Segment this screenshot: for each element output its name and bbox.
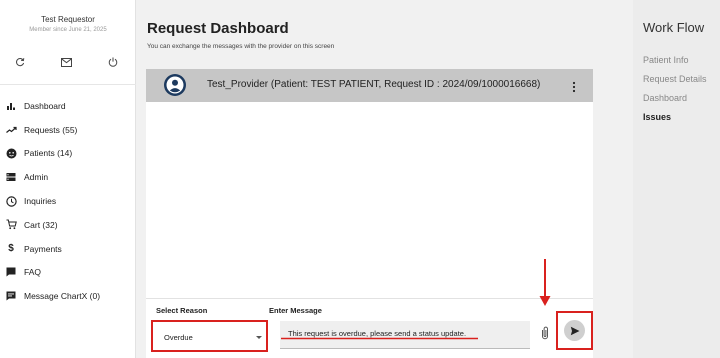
compose-bar: Select Reason Enter Message Overdue This…: [146, 298, 593, 358]
select-reason-label: Select Reason: [156, 306, 208, 315]
power-icon[interactable]: [105, 54, 121, 70]
sidebar-item-admin[interactable]: Admin: [4, 165, 136, 189]
sidebar-item-label: Requests (55): [24, 124, 78, 135]
dollar-icon: $: [8, 243, 14, 255]
mail-icon[interactable]: [58, 54, 74, 70]
sidebar-item-patients[interactable]: Patients (14): [4, 142, 136, 166]
sidebar-item-label: Patients (14): [24, 148, 73, 159]
enter-message-label: Enter Message: [269, 306, 322, 315]
server-icon: [4, 170, 18, 184]
more-options-icon[interactable]: [571, 80, 577, 93]
sidebar-item-label: Admin: [24, 172, 49, 183]
workflow-item-issues[interactable]: Issues: [643, 112, 671, 122]
sidebar-item-label: Message ChartX (0): [24, 291, 101, 302]
workflow-panel: Work Flow Patient Info Request Details D…: [633, 0, 720, 358]
sidebar-item-dashboard[interactable]: Dashboard: [4, 94, 136, 118]
sidebar-item-message-chartx[interactable]: Message ChartX (0): [4, 284, 136, 308]
workflow-item-patient-info[interactable]: Patient Info: [643, 55, 689, 65]
sidebar-item-label: Payments: [24, 243, 62, 254]
chevron-down-icon: [256, 336, 262, 339]
member-since: Member since June 21, 2025: [29, 27, 107, 33]
faq-icon: [4, 265, 18, 279]
sidebar-item-cart[interactable]: Cart (32): [4, 213, 136, 237]
sidebar-actions: [0, 54, 136, 70]
workflow-item-dashboard[interactable]: Dashboard: [643, 93, 687, 103]
message-input-value: This request is overdue, please send a s…: [288, 329, 467, 338]
sidebar-item-payments[interactable]: $ Payments: [4, 237, 136, 261]
sidebar-item-label: Cart (32): [24, 219, 58, 230]
clock-icon: [4, 194, 18, 208]
user-name: Test Requestor: [41, 15, 95, 24]
sidebar-item-label: Inquiries: [24, 196, 57, 207]
send-button-highlight: [556, 311, 593, 350]
sidebar-nav: Dashboard Requests (55) Patients (14) Ad…: [4, 94, 136, 308]
reason-select-value: Overdue: [164, 333, 193, 342]
send-icon: [570, 326, 579, 335]
chat-header-title: Test_Provider (Patient: TEST PATIENT, Re…: [207, 79, 541, 90]
send-button[interactable]: [564, 320, 585, 341]
refresh-icon[interactable]: [12, 54, 28, 70]
main-content: Request Dashboard You can exchange the m…: [136, 0, 633, 358]
message-icon: [4, 289, 18, 303]
workflow-item-request-details[interactable]: Request Details: [643, 74, 707, 84]
sidebar-item-label: Dashboard: [24, 100, 66, 111]
sidebar-divider: [0, 84, 136, 85]
message-input[interactable]: This request is overdue, please send a s…: [280, 321, 530, 349]
chat-panel: Test_Provider (Patient: TEST PATIENT, Re…: [146, 69, 593, 298]
sidebar-item-requests[interactable]: Requests (55): [4, 118, 136, 142]
workflow-title: Work Flow: [643, 20, 705, 35]
page-title: Request Dashboard: [147, 20, 289, 37]
bar-chart-icon: [4, 99, 18, 113]
trending-icon: [4, 123, 18, 137]
attach-icon[interactable]: [539, 325, 551, 341]
avatar: [164, 74, 186, 96]
sidebar-item-faq[interactable]: FAQ: [4, 261, 136, 285]
reason-select[interactable]: Overdue: [151, 320, 268, 352]
sidebar: Test Requestor Member since June 21, 202…: [0, 0, 136, 358]
face-icon: [4, 146, 18, 160]
sidebar-item-label: FAQ: [24, 267, 42, 278]
sidebar-item-inquiries[interactable]: Inquiries: [4, 189, 136, 213]
chat-header: Test_Provider (Patient: TEST PATIENT, Re…: [146, 69, 593, 102]
cart-icon: [4, 218, 18, 232]
page-subtitle: You can exchange the messages with the p…: [147, 43, 335, 50]
